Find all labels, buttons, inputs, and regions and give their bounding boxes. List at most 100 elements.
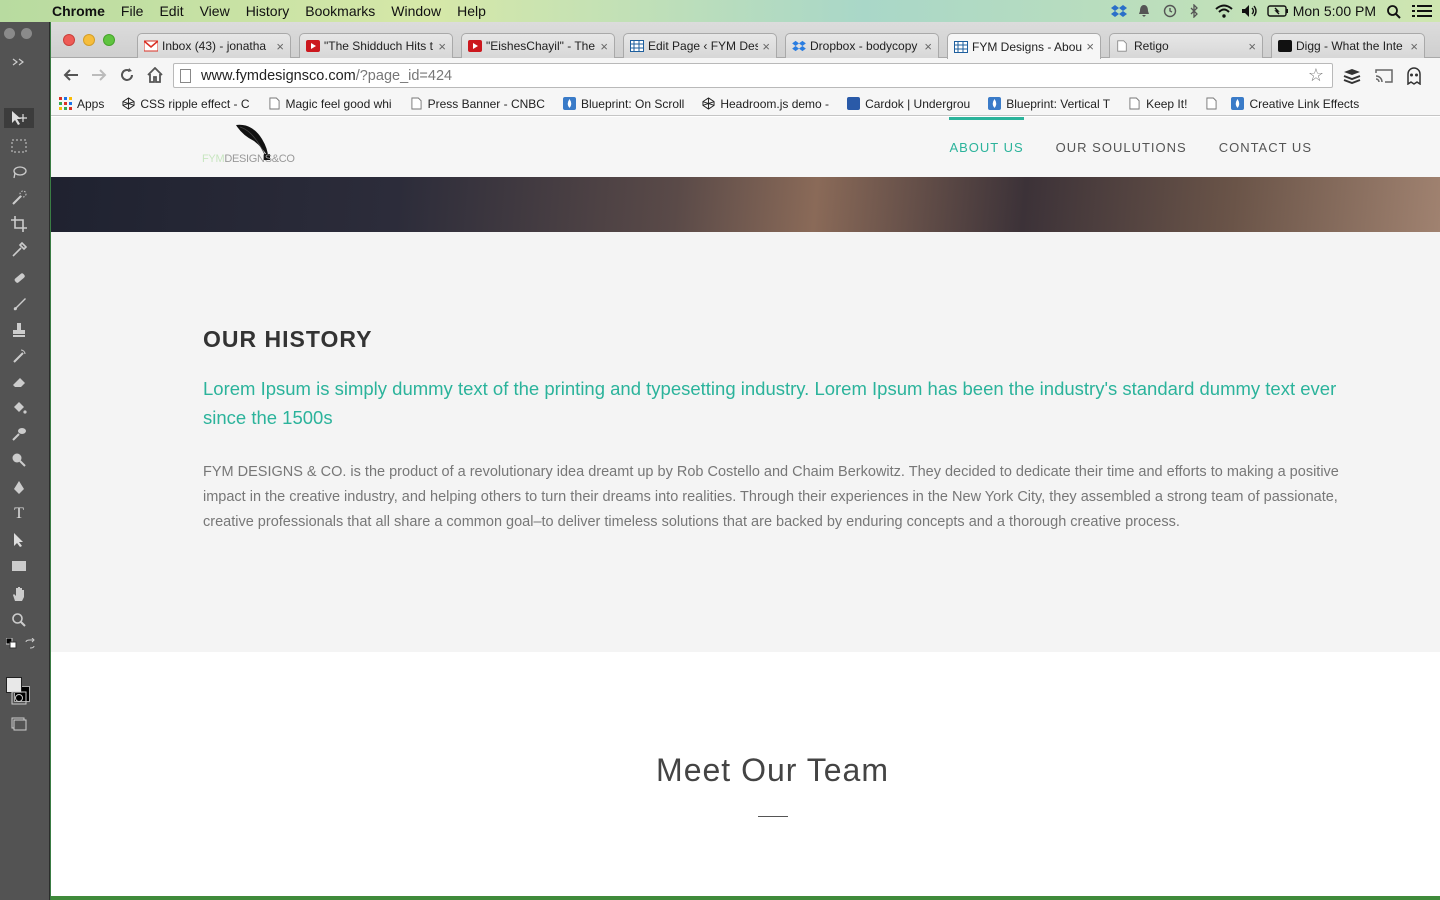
bookmark-css-ripple[interactable]: CSS ripple effect - C bbox=[122, 96, 250, 111]
photoshop-tools-panel: T bbox=[0, 22, 50, 900]
bluetooth-icon[interactable] bbox=[1189, 3, 1205, 19]
tab-title: "The Shidduch Hits t bbox=[324, 39, 433, 53]
tab-close-icon[interactable]: × bbox=[276, 39, 284, 54]
bookmark-untitled[interactable] bbox=[1205, 97, 1223, 110]
nav-about-us[interactable]: ABOUT US bbox=[949, 117, 1024, 177]
quick-mask-icon[interactable] bbox=[9, 688, 29, 708]
rectangle-tool-icon[interactable] bbox=[9, 556, 29, 576]
paint-bucket-tool-icon[interactable] bbox=[9, 398, 29, 418]
quick-selection-tool-icon[interactable] bbox=[9, 188, 29, 208]
web-page: FYMDESIGNS&CO ABOUT US OUR SOULUTIONS CO… bbox=[51, 117, 1440, 896]
panel-collapse-icon[interactable] bbox=[9, 52, 29, 72]
cast-extension-icon[interactable] bbox=[1373, 66, 1395, 86]
tab-fym-designs-about[interactable]: FYM Designs - Abou × bbox=[947, 33, 1101, 59]
page-icon bbox=[1116, 40, 1130, 52]
notification-center-icon[interactable] bbox=[1412, 4, 1432, 18]
heading-divider bbox=[758, 816, 788, 817]
menu-window[interactable]: Window bbox=[383, 3, 449, 19]
close-window-button[interactable] bbox=[63, 34, 75, 46]
tab-digg[interactable]: Digg - What the Inte × bbox=[1271, 33, 1425, 58]
default-colors-icon[interactable] bbox=[2, 634, 22, 654]
reload-icon[interactable] bbox=[113, 61, 141, 89]
type-tool-icon[interactable]: T bbox=[9, 504, 29, 524]
bookmark-keep-it[interactable]: Keep It! bbox=[1128, 97, 1187, 111]
menu-file[interactable]: File bbox=[113, 3, 152, 19]
smudge-tool-icon[interactable] bbox=[9, 424, 29, 444]
zoom-tool-icon[interactable] bbox=[9, 610, 29, 630]
bookmark-press-banner[interactable]: Press Banner - CNBC bbox=[410, 97, 545, 111]
tab-dropbox[interactable]: Dropbox - bodycopy × bbox=[785, 33, 939, 58]
back-arrow-icon[interactable] bbox=[57, 61, 85, 89]
tab-strip: Inbox (43) - jonatha × "The Shidduch Hit… bbox=[51, 22, 1440, 59]
path-selection-tool-icon[interactable] bbox=[9, 530, 29, 550]
volume-icon[interactable] bbox=[1241, 4, 1257, 18]
brush-tool-icon[interactable] bbox=[9, 294, 29, 314]
forward-arrow-icon[interactable] bbox=[85, 61, 113, 89]
tab-close-icon[interactable]: × bbox=[1248, 39, 1256, 54]
history-lead-text: Lorem Ipsum is simply dummy text of the … bbox=[203, 378, 1337, 428]
dodge-tool-icon[interactable] bbox=[9, 450, 29, 470]
menu-edit[interactable]: Edit bbox=[151, 3, 191, 19]
page-info-icon[interactable] bbox=[180, 68, 191, 83]
tab-retigo[interactable]: Retigo × bbox=[1109, 33, 1263, 58]
dropbox-status-icon[interactable] bbox=[1110, 4, 1127, 18]
bookmark-creative-link-effects[interactable]: Creative Link Effects bbox=[1231, 97, 1359, 111]
battery-icon[interactable] bbox=[1267, 4, 1288, 18]
codrops-icon bbox=[988, 97, 1002, 110]
bookmark-headroom[interactable]: Headroom.js demo - bbox=[702, 97, 829, 111]
marquee-tool-icon[interactable] bbox=[9, 136, 29, 156]
zoom-window-button[interactable] bbox=[103, 34, 115, 46]
tab-close-icon[interactable]: × bbox=[924, 39, 932, 54]
nav-our-solutions[interactable]: OUR SOULUTIONS bbox=[1056, 117, 1187, 177]
pen-tool-icon[interactable] bbox=[9, 478, 29, 498]
tab-edit-page[interactable]: Edit Page ‹ FYM Desi × bbox=[623, 33, 777, 58]
minimize-window-button[interactable] bbox=[83, 34, 95, 46]
tab-close-icon[interactable]: × bbox=[1410, 39, 1418, 54]
tab-inbox[interactable]: Inbox (43) - jonatha × bbox=[137, 33, 291, 58]
move-tool-icon[interactable] bbox=[4, 108, 34, 128]
clone-stamp-tool-icon[interactable] bbox=[9, 320, 29, 340]
site-logo[interactable]: FYMDESIGNS&CO bbox=[202, 124, 295, 169]
crop-tool-icon[interactable] bbox=[9, 214, 29, 234]
tab-title: Retigo bbox=[1134, 39, 1169, 53]
bookmark-label: CSS ripple effect - C bbox=[140, 96, 250, 111]
bookmark-cardok[interactable]: Cardok | Undergrou bbox=[847, 97, 970, 111]
tab-eisheschayil-video[interactable]: "EishesChayil" - The × bbox=[461, 33, 615, 58]
bookmark-label: Press Banner - CNBC bbox=[427, 96, 545, 111]
bookmark-magic-feel[interactable]: Magic feel good whi bbox=[268, 97, 392, 111]
tab-close-icon[interactable]: × bbox=[762, 39, 770, 54]
eyedropper-tool-icon[interactable] bbox=[9, 240, 29, 260]
codepen-icon bbox=[702, 97, 715, 110]
healing-brush-tool-icon[interactable] bbox=[9, 268, 29, 288]
tab-close-icon[interactable]: × bbox=[600, 39, 608, 54]
eraser-tool-icon[interactable] bbox=[9, 372, 29, 392]
bookmark-blueprint-vertical[interactable]: Blueprint: Vertical T bbox=[988, 97, 1110, 111]
menu-view[interactable]: View bbox=[192, 3, 238, 19]
swap-colors-icon[interactable] bbox=[20, 634, 40, 654]
buffer-extension-icon[interactable] bbox=[1341, 66, 1363, 86]
screen-mode-icon[interactable] bbox=[9, 714, 29, 734]
notification-status-icon[interactable] bbox=[1137, 4, 1153, 18]
menubar-clock[interactable]: Mon 5:00 PM bbox=[1293, 3, 1376, 19]
time-machine-icon[interactable] bbox=[1163, 4, 1179, 18]
address-bar[interactable]: www.fymdesignsco.com/?page_id=424 ☆ bbox=[173, 63, 1333, 88]
menu-history[interactable]: History bbox=[238, 3, 298, 19]
menu-help[interactable]: Help bbox=[449, 3, 494, 19]
tab-close-icon[interactable]: × bbox=[438, 39, 446, 54]
bookmark-star-icon[interactable]: ☆ bbox=[1308, 65, 1324, 86]
spotlight-search-icon[interactable] bbox=[1386, 4, 1402, 19]
bookmark-apps[interactable]: Apps bbox=[59, 97, 104, 111]
wifi-icon[interactable] bbox=[1215, 4, 1233, 18]
tab-close-icon[interactable]: × bbox=[1086, 39, 1094, 54]
tab-shidduch-video[interactable]: "The Shidduch Hits t × bbox=[299, 33, 453, 58]
bookmark-blueprint-onscroll[interactable]: Blueprint: On Scroll bbox=[562, 97, 684, 111]
home-icon[interactable] bbox=[141, 61, 169, 89]
hand-tool-icon[interactable] bbox=[9, 584, 29, 604]
bookmark-label: Apps bbox=[77, 96, 105, 111]
nav-contact-us[interactable]: CONTACT US bbox=[1219, 117, 1312, 177]
menu-app-chrome[interactable]: Chrome bbox=[38, 3, 113, 19]
ghostery-extension-icon[interactable] bbox=[1403, 66, 1425, 86]
menu-bookmarks[interactable]: Bookmarks bbox=[297, 3, 383, 19]
lasso-tool-icon[interactable] bbox=[9, 162, 29, 182]
history-brush-tool-icon[interactable] bbox=[9, 346, 29, 366]
